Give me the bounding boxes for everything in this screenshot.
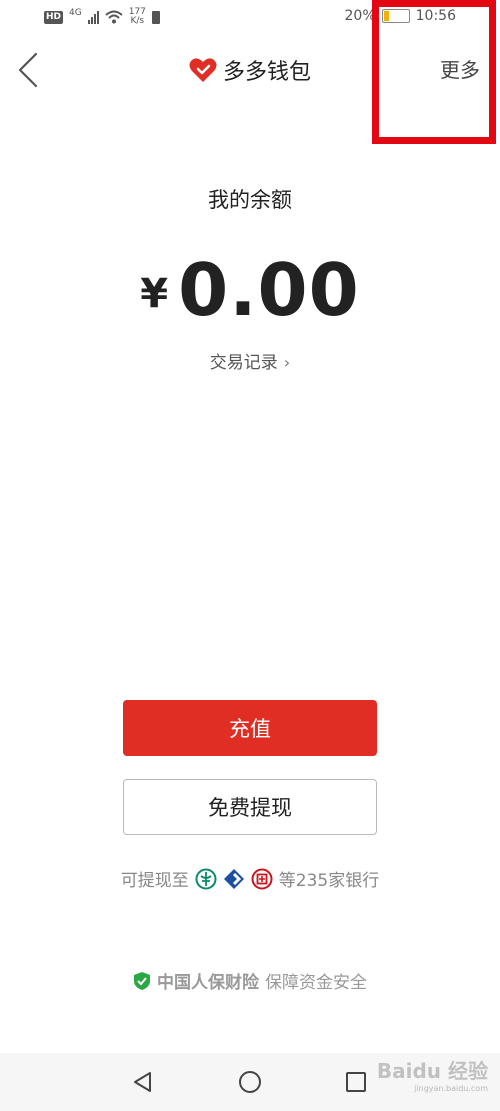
chevron-right-icon: › [283, 353, 291, 372]
signal-icon [87, 10, 99, 24]
withdraw-button[interactable]: 免费提现 [123, 779, 377, 835]
nav-home-button[interactable] [235, 1067, 265, 1097]
network-type: 4G [69, 8, 82, 18]
icbc-bank-icon [251, 868, 273, 889]
circle-home-icon [239, 1071, 261, 1093]
watermark: Baidu 经验 jingyan.baidu.com [377, 1055, 488, 1093]
nav-recents-button[interactable] [341, 1067, 371, 1097]
network-speed: 177 K/s [129, 8, 146, 26]
battery-percent: 20% [344, 8, 376, 24]
abc-bank-icon [195, 868, 217, 889]
insurance-brand: 中国人保财险 [157, 973, 259, 993]
system-nav-bar: Baidu 经验 jingyan.baidu.com [0, 1053, 500, 1111]
highlight-box [372, 0, 496, 144]
shield-check-icon [134, 971, 150, 990]
bank-suffix: 等235家银行 [278, 871, 380, 891]
triangle-back-icon [134, 1072, 151, 1092]
bank-info: 可提现至 等235家银行 [0, 866, 500, 891]
bank-prefix: 可提现至 [120, 871, 189, 891]
transactions-link-label: 交易记录 [209, 353, 278, 373]
balance-amount: ¥0.00 [0, 248, 500, 332]
hd-badge: HD [44, 10, 64, 24]
transactions-link[interactable]: 交易记录 › [0, 348, 500, 373]
bocom-bank-icon [223, 868, 244, 889]
currency-symbol: ¥ [140, 271, 169, 317]
status-left: HD 4G 177 K/s [44, 8, 160, 26]
watermark-text: Baidu 经验 [376, 1059, 488, 1083]
insurance-text: 保障资金安全 [265, 973, 367, 993]
page-title-text: 多多钱包 [222, 60, 311, 85]
square-recents-icon [346, 1072, 366, 1092]
battery-saver-icon [151, 10, 160, 24]
wifi-icon [105, 10, 123, 24]
recharge-button[interactable]: 充值 [123, 700, 377, 756]
network-speed-unit: K/s [130, 16, 145, 26]
balance-value: 0.00 [178, 248, 360, 332]
heart-check-icon [189, 58, 217, 82]
balance-label: 我的余额 [208, 188, 292, 212]
insurance-note: 中国人保财险 保障资金安全 [0, 968, 500, 993]
watermark-sub: jingyan.baidu.com [414, 1084, 488, 1093]
nav-back-button[interactable] [128, 1067, 158, 1097]
